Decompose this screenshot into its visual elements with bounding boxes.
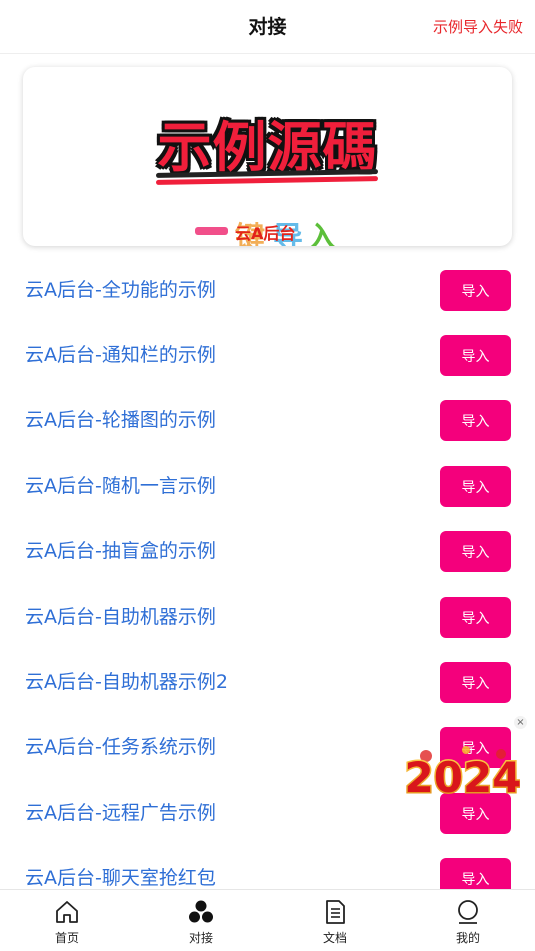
bottom-tab-bar: 首页 对接 文档 我的 (0, 889, 535, 951)
list-item: 云A后台-抽盲盒的示例 导入 (0, 519, 535, 584)
banner-overlay-text: 云A后台 (235, 224, 296, 243)
import-button[interactable]: 导入 (440, 400, 511, 441)
badge-text: 2024 (406, 753, 520, 802)
banner-image[interactable]: 示例源碼 键 导 入 云A后台 (23, 67, 512, 246)
tab-label: 我的 (455, 931, 480, 945)
home-icon (56, 901, 78, 923)
close-icon[interactable]: × (514, 716, 527, 729)
import-button[interactable]: 导入 (440, 531, 511, 572)
example-title: 云A后台-随机一言示例 (25, 475, 216, 497)
cluster-icon (189, 900, 213, 923)
import-button[interactable]: 导入 (440, 597, 511, 638)
example-title: 云A后台-任务系统示例 (25, 736, 216, 758)
list-item: 云A后台-自助机器示例2 导入 (0, 650, 535, 715)
banner-dash (195, 227, 228, 235)
tab-label: 文档 (322, 931, 347, 945)
list-item: 云A后台-通知栏的示例 导入 (0, 323, 535, 388)
example-title: 云A后台-轮播图的示例 (25, 409, 216, 431)
tab-home[interactable]: 首页 (0, 890, 134, 951)
example-title: 云A后台-通知栏的示例 (25, 344, 216, 366)
tab-label: 首页 (54, 931, 79, 945)
document-icon (326, 900, 345, 924)
import-button[interactable]: 导入 (440, 466, 511, 507)
list-item: 云A后台-自助机器示例 导入 (0, 585, 535, 650)
import-button[interactable]: 导入 (440, 270, 511, 311)
list-item: 云A后台-随机一言示例 导入 (0, 454, 535, 519)
import-button[interactable]: 导入 (440, 662, 511, 703)
example-title: 云A后台-抽盲盒的示例 (25, 540, 216, 562)
import-status-text: 示例导入失败 (432, 18, 523, 36)
list-item: 云A后台-轮播图的示例 导入 (0, 388, 535, 453)
example-title: 云A后台-自助机器示例 (25, 606, 216, 628)
tab-label: 对接 (188, 931, 213, 945)
import-button[interactable]: 导入 (440, 335, 511, 376)
list-item: 云A后台-全功能的示例 导入 (0, 258, 535, 323)
profile-icon (458, 900, 478, 924)
tab-docs[interactable]: 文档 (268, 890, 402, 951)
example-title: 云A后台-远程广告示例 (25, 802, 216, 824)
tab-mine[interactable]: 我的 (401, 890, 535, 951)
top-bar: 对接 示例导入失败 (0, 0, 535, 54)
example-title: 云A后台-自助机器示例2 (25, 671, 228, 693)
tab-connect[interactable]: 对接 (134, 890, 268, 951)
new-year-2024-badge[interactable]: 2024 (406, 740, 520, 802)
example-title: 云A后台-全功能的示例 (25, 279, 216, 301)
banner-sub-char: 入 (307, 221, 337, 246)
